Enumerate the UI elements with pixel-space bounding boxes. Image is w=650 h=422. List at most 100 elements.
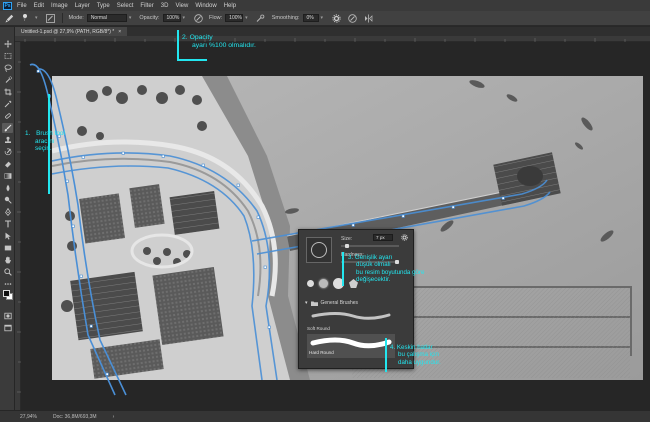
annotation-1-line-1: Brush tool xyxy=(36,130,65,137)
annotation-1: 1. Brush tool aracını seçin. xyxy=(25,130,65,153)
annotation-4-line-2: bu çalışma için xyxy=(398,351,439,359)
stamp-icon[interactable] xyxy=(2,135,13,145)
symmetry-icon[interactable] xyxy=(363,13,373,23)
annotation-3-line-1: Genişlik ayarı xyxy=(354,254,393,261)
tools-panel xyxy=(0,27,15,410)
annotation-2-underline xyxy=(177,59,207,61)
brush-icon[interactable] xyxy=(2,123,13,133)
brush-item-hard-round[interactable]: Hard Round xyxy=(307,334,395,358)
menu-image[interactable]: Image xyxy=(51,3,68,9)
folder-icon xyxy=(310,301,318,306)
gear-icon[interactable] xyxy=(331,13,341,23)
annotation-3-number: 3. xyxy=(348,254,354,261)
document-tab[interactable]: Untitled-1.psd @ 27,9% (PATH, RGB/8*) * … xyxy=(15,27,128,36)
brush-size-picker[interactable]: 7 xyxy=(20,13,29,23)
soft-round-stroke-icon xyxy=(311,312,391,320)
chevron-down-icon[interactable]: ▾ xyxy=(245,15,248,21)
type-icon[interactable] xyxy=(2,219,13,229)
annotation-1-number: 1. xyxy=(25,130,31,137)
healing-icon[interactable] xyxy=(2,111,13,121)
menu-layer[interactable]: Layer xyxy=(75,3,90,9)
annotation-4: 4. Keskin hatlar bu çalışma için daha uy… xyxy=(390,344,441,366)
brush-preset-icon[interactable] xyxy=(4,13,14,23)
menu-type[interactable]: Type xyxy=(97,3,110,9)
hand-icon[interactable] xyxy=(2,255,13,265)
divider xyxy=(61,13,63,23)
annotation-3-line-2: düşük olmalı xyxy=(356,261,391,269)
panel-gear-icon[interactable] xyxy=(401,234,408,241)
quick-select-icon[interactable] xyxy=(2,75,13,85)
menu-window[interactable]: Window xyxy=(195,3,216,9)
rectangle-icon[interactable] xyxy=(2,243,13,253)
menu-3d[interactable]: 3D xyxy=(161,3,169,9)
annotation-2-line-1: Opacity xyxy=(189,34,213,41)
menu-view[interactable]: View xyxy=(175,3,188,9)
pressure-size-icon[interactable] xyxy=(347,13,357,23)
brush-settings-panel-icon[interactable] xyxy=(46,13,56,23)
mode-select[interactable]: Normal xyxy=(86,14,127,22)
annotation-2-line-2: ayarı %100 olmalıdır. xyxy=(192,42,256,50)
recent-brush-hard-icon[interactable] xyxy=(307,280,314,287)
eyedropper-icon[interactable] xyxy=(2,99,13,109)
annotation-3-line-3: bu resim boyutunda göre xyxy=(356,268,425,276)
smoothing-field[interactable]: 0% xyxy=(302,14,319,22)
brush-item-soft-round[interactable] xyxy=(307,310,395,326)
crop-icon[interactable] xyxy=(2,87,13,97)
brush-name-soft-round: Soft Round xyxy=(307,326,330,331)
size-slider[interactable] xyxy=(341,244,399,248)
chevron-down-icon[interactable]: ▾ xyxy=(305,300,308,306)
brush-name-hard-round: Hard Round xyxy=(309,350,334,355)
flow-field[interactable]: 100% xyxy=(225,14,244,22)
menu-edit[interactable]: Edit xyxy=(34,3,44,9)
screen-mode-icon[interactable] xyxy=(2,323,13,333)
close-icon[interactable]: × xyxy=(118,29,121,35)
dodge-icon[interactable] xyxy=(2,195,13,205)
chevron-down-icon[interactable]: ▾ xyxy=(35,15,38,21)
airbrush-icon[interactable] xyxy=(256,13,266,23)
zoom-icon[interactable] xyxy=(2,267,13,277)
opacity-field[interactable]: 100% xyxy=(162,14,181,22)
marquee-icon[interactable] xyxy=(2,51,13,61)
status-bar: 27,94% Doc: 36,8M/693,3M › xyxy=(0,410,650,422)
zoom-level[interactable]: 27,94% xyxy=(20,414,37,420)
quick-mask-icon[interactable] xyxy=(2,311,13,321)
annotation-3-bar xyxy=(342,252,344,286)
menu-select[interactable]: Select xyxy=(117,3,134,9)
pressure-opacity-icon[interactable] xyxy=(193,13,203,23)
annotation-4-line-1: Keskin hatlar xyxy=(396,344,433,351)
brush-tip-preview xyxy=(306,237,332,263)
hard-round-stroke-icon xyxy=(310,337,392,349)
gradient-icon[interactable] xyxy=(2,171,13,181)
annotation-2-number: 2. xyxy=(182,34,188,41)
options-bar: 7 ▾ Mode: Normal ▾ Opacity: 100% ▾ Flow:… xyxy=(0,11,650,26)
pen-icon[interactable] xyxy=(2,207,13,217)
chevron-down-icon[interactable]: ▾ xyxy=(321,15,324,21)
blur-icon[interactable] xyxy=(2,183,13,193)
brush-folder-general[interactable]: ▾ General Brushes xyxy=(305,300,358,306)
annotation-4-bar xyxy=(385,338,387,372)
size-slider-knob[interactable] xyxy=(345,244,349,248)
chevron-down-icon[interactable]: ▾ xyxy=(183,15,186,21)
menu-filter[interactable]: Filter xyxy=(140,3,153,9)
document-size-info[interactable]: Doc: 36,8M/693,3M xyxy=(53,414,97,420)
more-tools-icon[interactable] xyxy=(2,279,13,289)
recent-brush-soft-icon[interactable] xyxy=(319,279,328,288)
annotation-3: 3. Genişlik ayarı düşük olmalı bu resim … xyxy=(348,254,424,284)
foreground-color-swatch[interactable] xyxy=(3,290,10,297)
eraser-icon[interactable] xyxy=(2,159,13,169)
mode-label: Mode: xyxy=(68,15,84,21)
lasso-icon[interactable] xyxy=(2,63,13,73)
move-icon[interactable] xyxy=(2,39,13,49)
annotation-4-line-3: daha uygundur. xyxy=(398,358,441,366)
annotation-2-bar xyxy=(177,30,179,60)
path-select-icon[interactable] xyxy=(2,231,13,241)
brush-folder-label: General Brushes xyxy=(320,300,359,306)
brush-path-overlay xyxy=(29,63,127,396)
menu-help[interactable]: Help xyxy=(224,3,236,9)
size-label: Size: xyxy=(341,236,353,242)
menu-file[interactable]: File xyxy=(17,3,27,9)
size-field[interactable]: 7 px xyxy=(373,234,393,241)
status-arrow-icon[interactable]: › xyxy=(113,414,115,420)
annotation-1-line-3: seçin. xyxy=(35,145,52,153)
history-brush-icon[interactable] xyxy=(2,147,13,157)
